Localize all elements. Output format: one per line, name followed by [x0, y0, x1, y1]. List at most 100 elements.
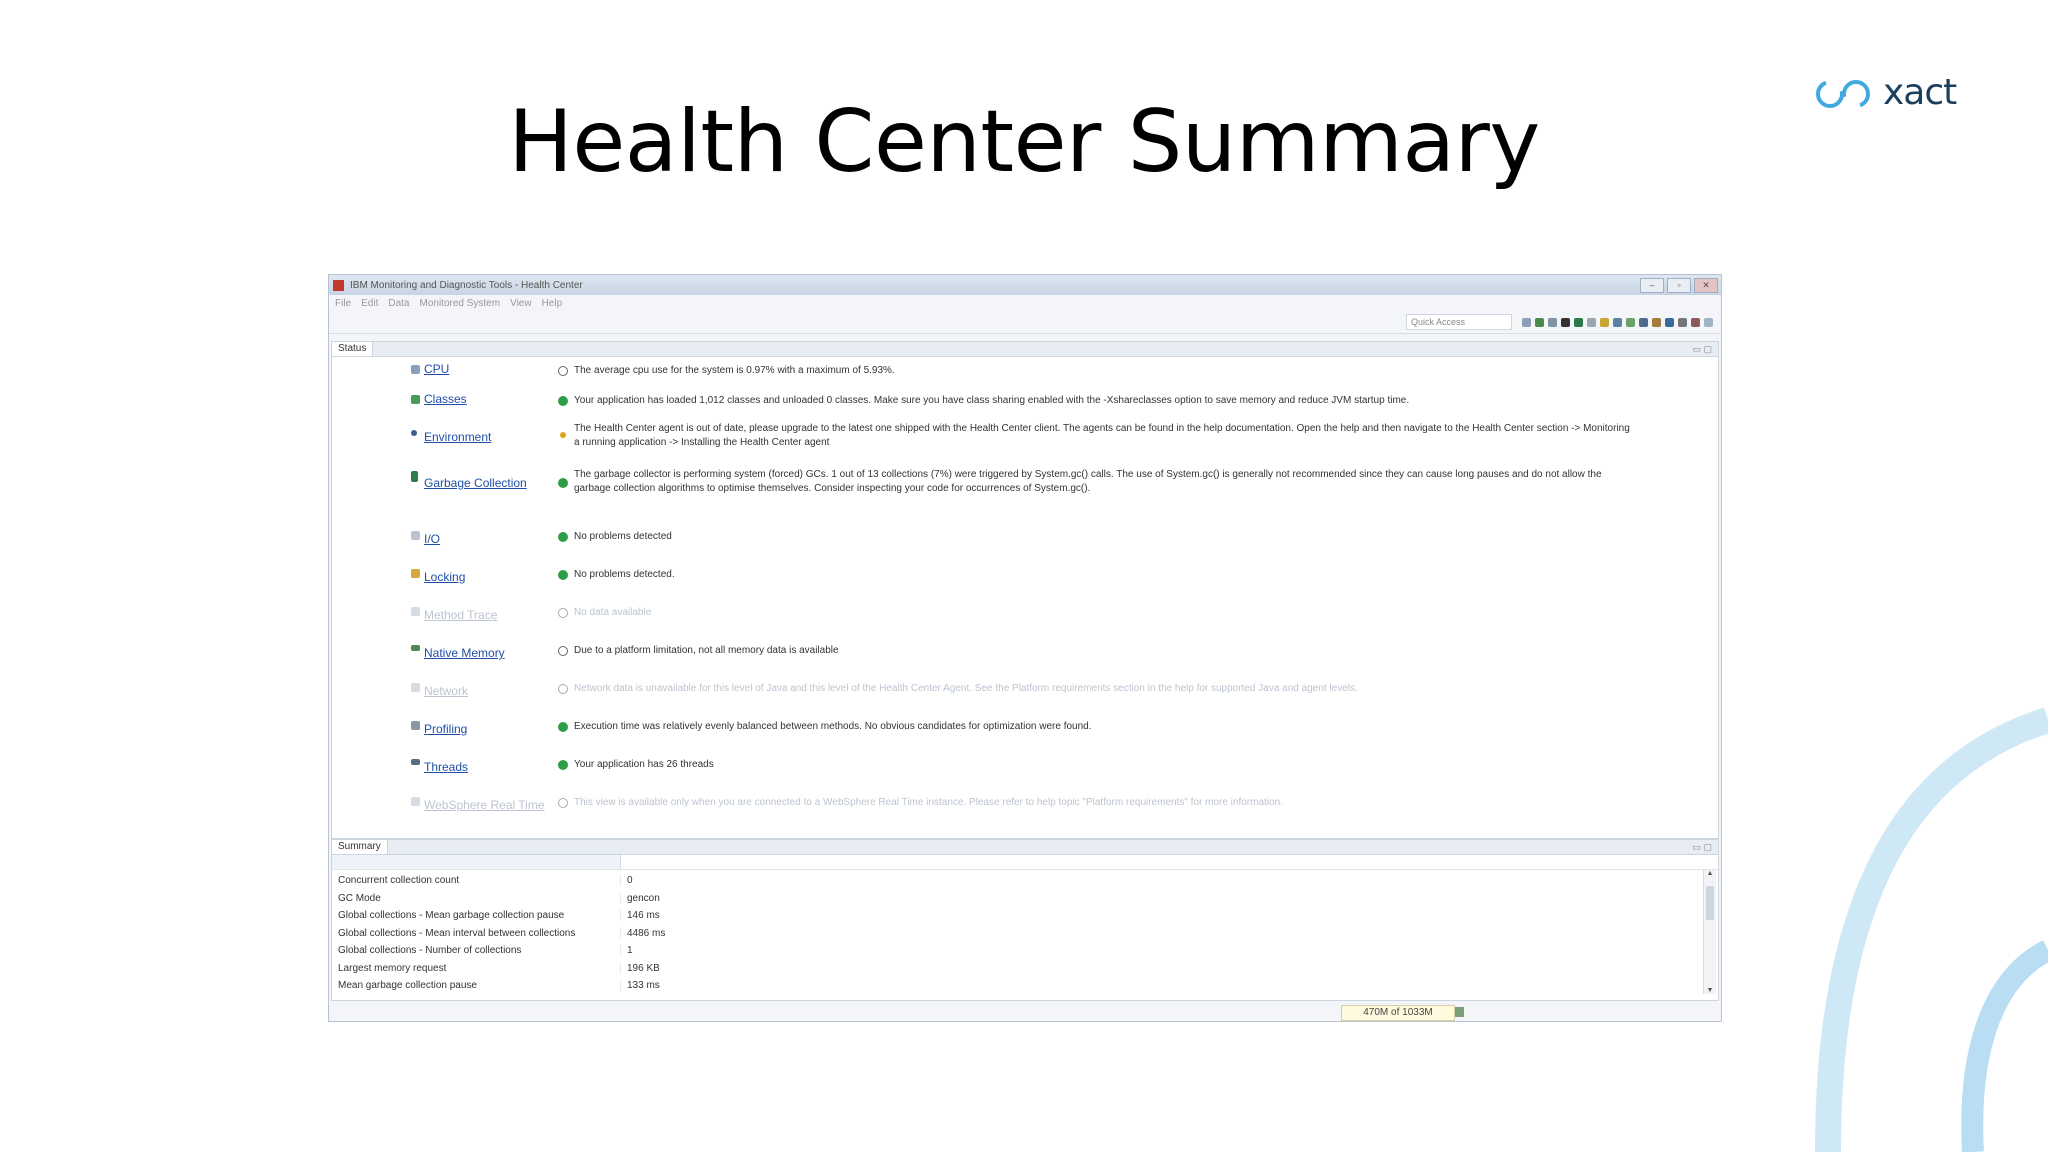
- toolbar-button-icon[interactable]: [1626, 317, 1635, 327]
- status-message: Network data is unavailable for this lev…: [574, 683, 1358, 694]
- toolbar-button-icon[interactable]: [1652, 317, 1661, 327]
- summary-table: Concurrent collection count 0 GC Mode ge…: [332, 872, 700, 995]
- ok-icon: [558, 532, 568, 542]
- panel-minimize-icon[interactable]: ▭ ▢: [1692, 344, 1712, 355]
- link-profiling[interactable]: Profiling: [424, 722, 467, 736]
- toolbar-button-icon[interactable]: [1522, 317, 1531, 327]
- link-locking[interactable]: Locking: [424, 570, 465, 584]
- table-row: Global collections - Mean interval betwe…: [332, 925, 700, 943]
- link-io[interactable]: I/O: [424, 532, 440, 546]
- toolbar-button-icon[interactable]: [1587, 317, 1596, 327]
- method-trace-icon: [411, 607, 420, 616]
- toolbar-button-icon[interactable]: [1665, 317, 1674, 327]
- toolbar-button-icon[interactable]: [1535, 317, 1544, 327]
- menu-help[interactable]: Help: [542, 298, 563, 309]
- ok-icon: [558, 478, 568, 488]
- row-value: 1: [620, 945, 700, 957]
- close-button[interactable]: ✕: [1694, 277, 1718, 293]
- classes-icon: [411, 395, 420, 404]
- link-native-memory[interactable]: Native Memory: [424, 646, 505, 660]
- row-name: Global collections - Mean garbage collec…: [338, 910, 565, 922]
- minimize-button[interactable]: –: [1640, 277, 1664, 293]
- status-panel: Status ▭ ▢ CPU The average cpu use for t…: [331, 341, 1719, 839]
- column-header[interactable]: [332, 855, 621, 869]
- logo-text: xact: [1883, 72, 1957, 113]
- table-row: Mean garbage collection pause 133 ms: [332, 977, 700, 995]
- link-threads[interactable]: Threads: [424, 760, 468, 774]
- link-cpu[interactable]: CPU: [424, 362, 449, 376]
- scroll-thumb[interactable]: [1706, 886, 1714, 920]
- row-value: 146 ms: [620, 910, 700, 922]
- menu-view[interactable]: View: [510, 298, 532, 309]
- decorative-arcs: [1815, 707, 2048, 1152]
- link-method-trace[interactable]: Method Trace: [424, 608, 497, 622]
- unavailable-icon: [558, 798, 568, 808]
- status-message: No data available: [574, 607, 652, 618]
- profiling-icon: [411, 721, 420, 730]
- unavailable-icon: [558, 608, 568, 618]
- scroll-down-icon[interactable]: ▼: [1704, 987, 1716, 994]
- menu-file[interactable]: File: [335, 298, 351, 309]
- toolbar-button-icon[interactable]: [1574, 317, 1583, 327]
- link-garbage-collection[interactable]: Garbage Collection: [424, 476, 527, 490]
- scroll-up-icon[interactable]: ▲: [1704, 870, 1716, 877]
- window-titlebar: IBM Monitoring and Diagnostic Tools - He…: [329, 275, 1721, 295]
- status-message: Your application has 26 threads: [574, 759, 714, 770]
- toolbar-button-icon[interactable]: [1548, 317, 1557, 327]
- menu-bar: File Edit Data Monitored System View Hel…: [329, 295, 1721, 311]
- trash-icon[interactable]: [1455, 1007, 1464, 1017]
- native-memory-icon: [411, 645, 420, 651]
- row-name: GC Mode: [338, 892, 381, 904]
- ok-icon: [558, 396, 568, 406]
- toolbar-button-icon[interactable]: [1639, 317, 1648, 327]
- panel-minimize-icon[interactable]: ▭ ▢: [1692, 842, 1712, 853]
- tab-status[interactable]: Status: [332, 342, 374, 356]
- quick-access-input[interactable]: Quick Access: [1406, 314, 1512, 330]
- toolbar-icons: [1520, 317, 1715, 327]
- network-icon: [411, 683, 420, 692]
- ok-icon: [558, 760, 568, 770]
- link-network[interactable]: Network: [424, 684, 468, 698]
- environment-icon: [411, 430, 417, 436]
- app-icon: [333, 279, 344, 291]
- table-row: Global collections - Number of collectio…: [332, 942, 700, 960]
- row-value: gencon: [620, 892, 700, 904]
- summary-tab-bar: Summary ▭ ▢: [332, 840, 1718, 855]
- toolbar-button-icon[interactable]: [1613, 317, 1622, 327]
- maximize-button[interactable]: ▫: [1667, 277, 1691, 293]
- toolbar-button-icon[interactable]: [1561, 317, 1570, 327]
- menu-monitored-system[interactable]: Monitored System: [419, 298, 500, 309]
- status-tab-bar: Status ▭ ▢: [332, 342, 1718, 357]
- row-value: 133 ms: [620, 980, 700, 992]
- summary-scrollbar[interactable]: ▲ ▼: [1703, 870, 1716, 994]
- tab-summary[interactable]: Summary: [332, 840, 388, 854]
- menu-edit[interactable]: Edit: [361, 298, 378, 309]
- status-bar: 470M of 1033M: [329, 1003, 1721, 1021]
- link-websphere-real-time[interactable]: WebSphere Real Time: [424, 798, 545, 812]
- row-name: Concurrent collection count: [338, 875, 460, 887]
- toolbar-button-icon[interactable]: [1678, 317, 1687, 327]
- menu-data[interactable]: Data: [388, 298, 409, 309]
- garbage-collection-icon: [411, 471, 418, 482]
- warning-icon: [560, 432, 566, 438]
- toolbar-button-icon[interactable]: [1704, 317, 1713, 327]
- toolbar: Quick Access: [329, 311, 1721, 334]
- link-environment[interactable]: Environment: [424, 430, 491, 444]
- ok-icon: [558, 570, 568, 580]
- heap-usage-indicator: 470M of 1033M: [1341, 1005, 1455, 1021]
- status-message: No problems detected: [574, 531, 672, 542]
- row-name: Largest memory request: [338, 962, 447, 974]
- toolbar-button-icon[interactable]: [1600, 317, 1609, 327]
- io-icon: [411, 531, 420, 540]
- table-row: Global collections - Mean garbage collec…: [332, 907, 700, 925]
- link-classes[interactable]: Classes: [424, 392, 467, 406]
- toolbar-button-icon[interactable]: [1691, 317, 1700, 327]
- info-icon: [558, 646, 568, 656]
- summary-panel: Summary ▭ ▢ Concurrent collection count …: [331, 839, 1719, 1001]
- status-message: Your application has loaded 1,012 classe…: [574, 395, 1410, 406]
- lock-icon: [411, 569, 420, 578]
- table-row: GC Mode gencon: [332, 890, 700, 908]
- cpu-icon: [411, 365, 420, 374]
- threads-icon: [411, 759, 420, 765]
- websphere-icon: [411, 797, 420, 806]
